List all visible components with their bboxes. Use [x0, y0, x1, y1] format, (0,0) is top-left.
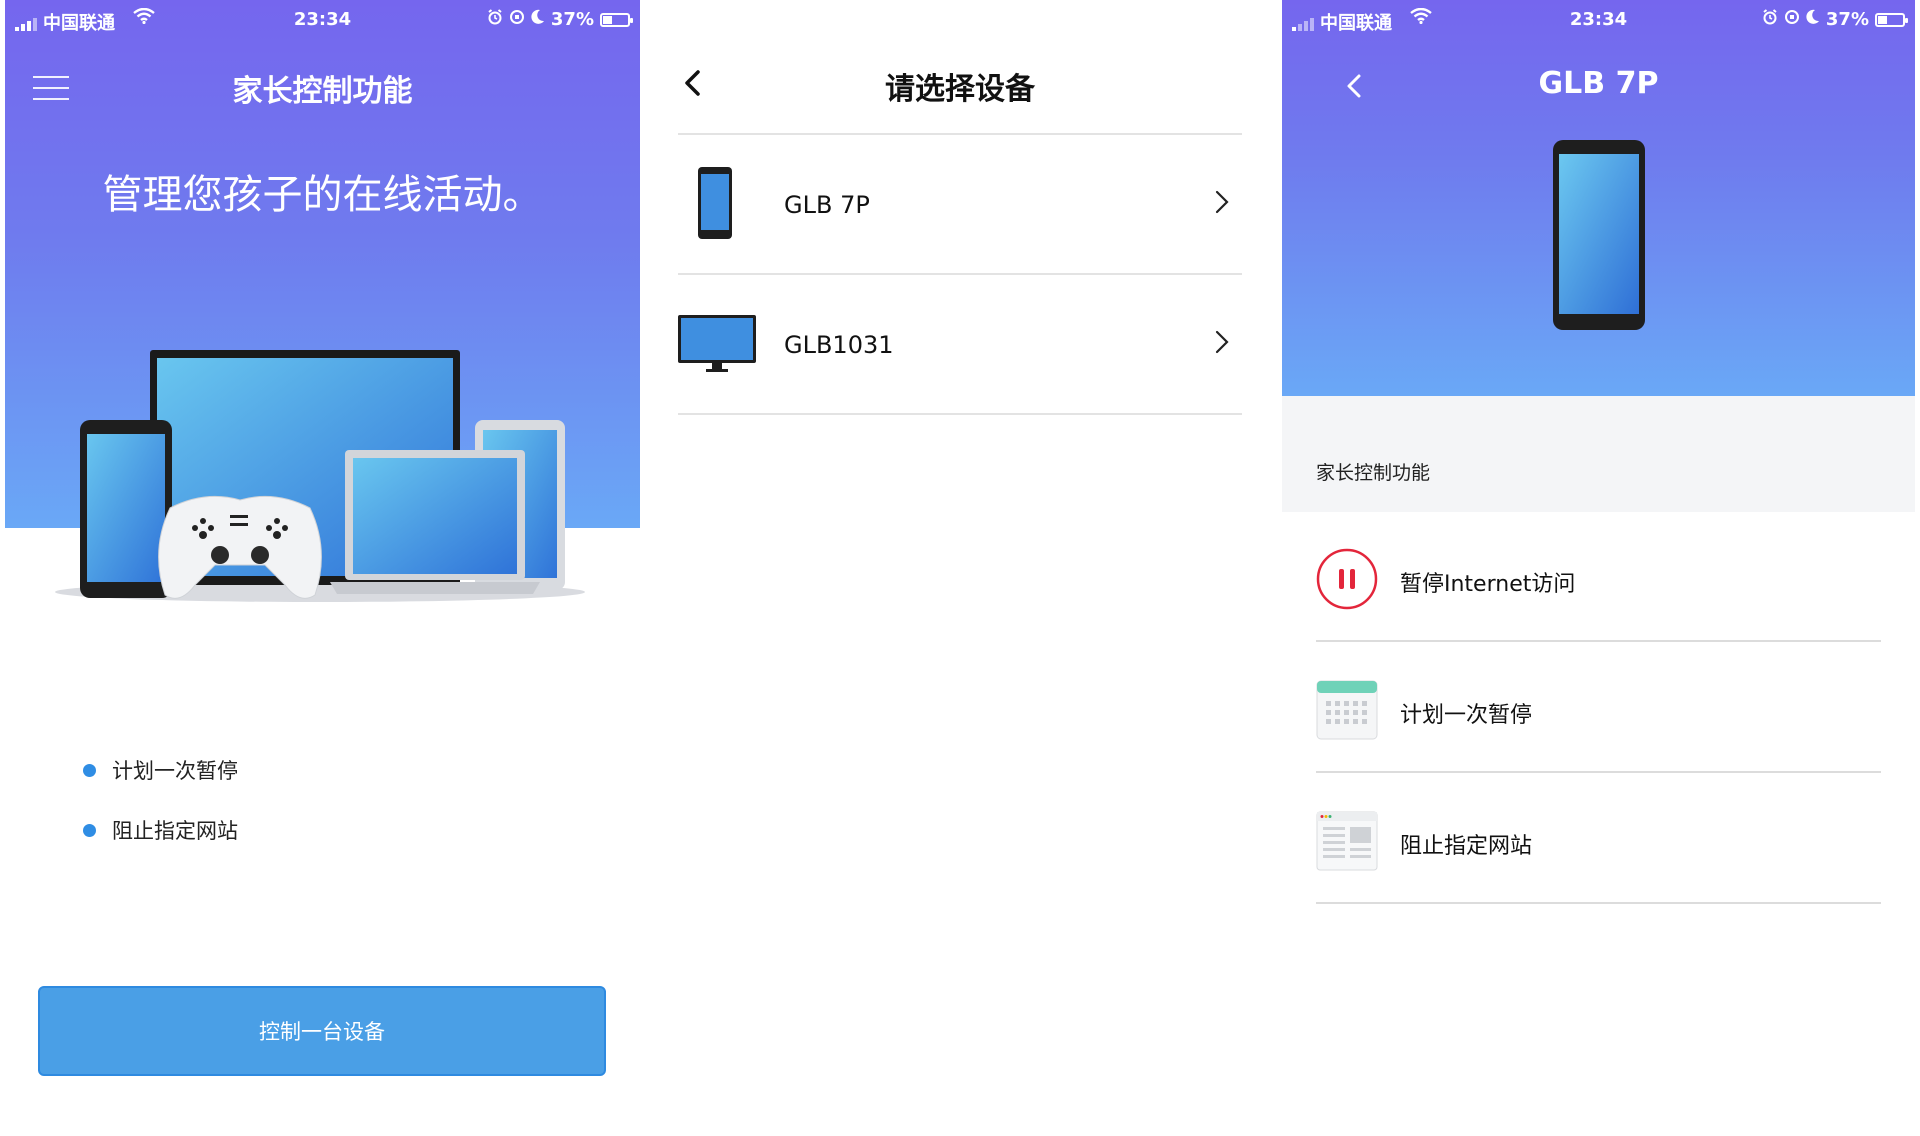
- page-title: GLB 7P: [1538, 66, 1659, 101]
- device-row-glb-7p[interactable]: GLB 7P: [678, 135, 1242, 273]
- devices-illustration-icon: [55, 350, 585, 602]
- device-name: GLB1031: [784, 331, 894, 359]
- option-pause-internet[interactable]: 暂停Internet访问: [1316, 512, 1881, 642]
- section-title: 家长控制功能: [1316, 462, 1431, 484]
- feature-label: 阻止指定网站: [112, 819, 238, 843]
- status-bar: 中国联通 23:34 37%: [1282, 0, 1915, 40]
- status-bar: 中国联通 23:34 37%: [5, 0, 640, 40]
- divider: [1316, 640, 1881, 642]
- option-schedule-pause[interactable]: 计划一次暂停: [1316, 643, 1881, 773]
- page-title: 请选择设备: [885, 72, 1035, 107]
- alarm-icon: [487, 9, 503, 30]
- chevron-right-icon: [1215, 330, 1229, 354]
- feature-label: 计划一次暂停: [112, 759, 238, 783]
- bullet-dot-icon: [83, 823, 96, 837]
- feature-item: 计划一次暂停: [83, 740, 238, 800]
- orientation-lock-icon: [1784, 9, 1800, 30]
- battery-icon: [600, 12, 633, 27]
- phone-icon: [698, 167, 732, 239]
- battery-icon: [1875, 12, 1908, 27]
- feature-list: 计划一次暂停 阻止指定网站: [83, 740, 238, 860]
- divider: [678, 413, 1242, 415]
- moon-icon: [1806, 9, 1820, 30]
- device-header: 中国联通 23:34 37% GLB 7P: [1282, 0, 1915, 396]
- pause-icon: [1316, 548, 1378, 610]
- battery-percent: 37%: [550, 9, 594, 30]
- device-detail-screen: 中国联通 23:34 37% GLB 7P 家长控制功能 暂停Internet访…: [1282, 0, 1915, 1136]
- bullet-dot-icon: [83, 763, 96, 777]
- intro-screen: 中国联通 23:34 37% 家长控制功能 管理您孩子的在线活动。 计划一次暂停…: [5, 0, 640, 1136]
- section-header: 家长控制功能: [1282, 396, 1915, 512]
- page-title: 家长控制功能: [232, 74, 413, 109]
- option-label: 计划一次暂停: [1400, 703, 1533, 728]
- device-list-screen: 请选择设备 GLB 7P GLB1031: [678, 0, 1242, 1136]
- chevron-right-icon: [1215, 190, 1229, 214]
- calendar-icon: [1316, 680, 1378, 740]
- webpage-icon: [1316, 811, 1378, 871]
- alarm-icon: [1762, 9, 1778, 30]
- monitor-icon: [678, 315, 756, 372]
- divider: [1316, 771, 1881, 773]
- intro-headline: 管理您孩子的在线活动。: [102, 172, 543, 218]
- control-device-button[interactable]: 控制一台设备: [38, 986, 606, 1076]
- moon-icon: [531, 9, 545, 30]
- option-label: 阻止指定网站: [1400, 834, 1533, 859]
- feature-item: 阻止指定网站: [83, 800, 238, 860]
- divider: [1316, 902, 1881, 904]
- option-label: 暂停Internet访问: [1400, 572, 1576, 597]
- device-name: GLB 7P: [784, 191, 870, 219]
- orientation-lock-icon: [509, 9, 525, 30]
- option-block-websites[interactable]: 阻止指定网站: [1316, 774, 1881, 904]
- phone-icon: [1553, 140, 1645, 330]
- battery-percent: 37%: [1825, 9, 1869, 30]
- device-row-glb1031[interactable]: GLB1031: [678, 275, 1242, 413]
